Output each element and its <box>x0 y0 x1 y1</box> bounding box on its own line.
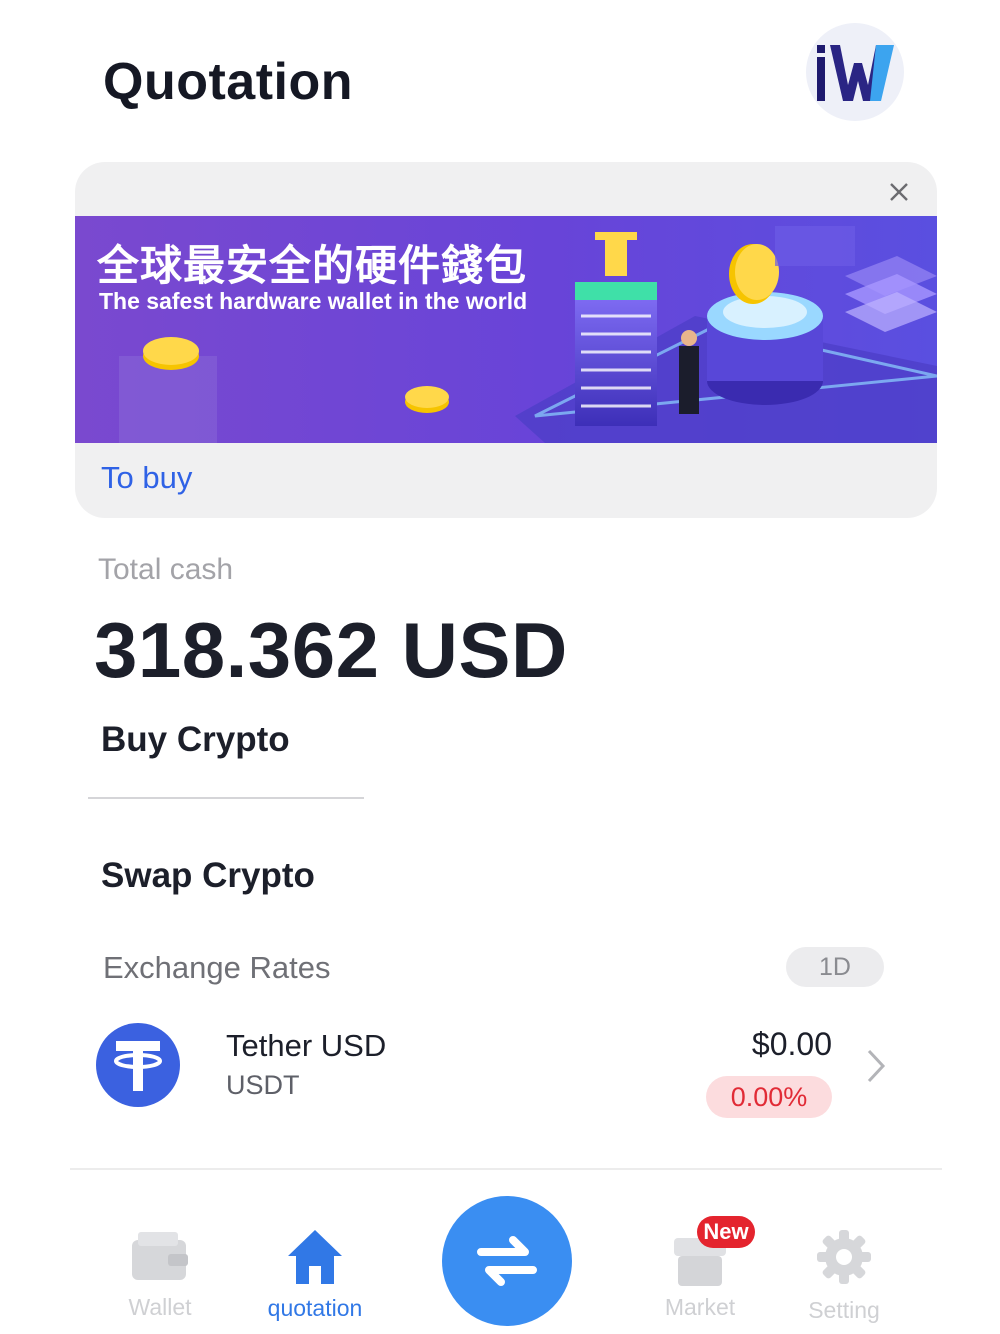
asset-name: Tether USD <box>226 1028 387 1063</box>
tether-icon <box>96 1023 180 1107</box>
banner-headline-cn: 全球最安全的硬件錢包 <box>97 241 528 290</box>
asset-symbol: USDT <box>226 1070 300 1100</box>
iw-logo-icon <box>817 45 894 101</box>
nav-wallet-label: Wallet <box>128 1294 192 1320</box>
total-cash-value: 318.362 USD <box>94 606 568 694</box>
nav-quotation[interactable]: quotation <box>250 1170 380 1334</box>
divider <box>88 797 364 799</box>
buy-crypto-button[interactable]: Buy Crypto <box>101 720 290 760</box>
close-icon[interactable] <box>885 178 913 206</box>
nav-market-label: Market <box>664 1294 736 1320</box>
page-title: Quotation <box>103 53 354 111</box>
banner-headline-en: The safest hardware wallet in the world <box>99 288 528 314</box>
period-selector[interactable]: 1D <box>786 947 884 987</box>
banner-image[interactable]: 全球最安全的硬件錢包 The safest hardware wallet in… <box>75 216 937 443</box>
to-buy-link[interactable]: To buy <box>101 460 192 496</box>
home-icon <box>288 1230 342 1284</box>
asset-change-badge: 0.00% <box>706 1076 832 1118</box>
total-cash-label: Total cash <box>98 553 234 586</box>
chevron-right-icon <box>867 1049 886 1083</box>
new-badge: New <box>697 1216 755 1248</box>
promo-banner: 全球最安全的硬件錢包 The safest hardware wallet in… <box>75 162 937 518</box>
exchange-rates-label: Exchange Rates <box>103 950 331 985</box>
swap-arrows-icon <box>477 1236 537 1286</box>
bottom-nav: Wallet quotation Market New Setting <box>70 1168 942 1334</box>
nav-market[interactable]: Market <box>650 1170 750 1334</box>
asset-row-usdt[interactable]: Tether USD USDT $0.00 0.00% <box>70 1010 930 1130</box>
nav-setting-label: Setting <box>808 1297 880 1323</box>
asset-price: $0.00 <box>751 1026 832 1062</box>
avatar[interactable] <box>806 23 904 121</box>
nav-swap-button[interactable] <box>442 1196 572 1326</box>
gear-icon <box>817 1230 871 1284</box>
nav-quotation-label: quotation <box>267 1295 363 1321</box>
swap-crypto-button[interactable]: Swap Crypto <box>101 856 315 896</box>
nav-setting[interactable]: Setting <box>792 1170 896 1334</box>
wallet-icon <box>132 1232 188 1280</box>
nav-wallet[interactable]: Wallet <box>110 1170 210 1334</box>
